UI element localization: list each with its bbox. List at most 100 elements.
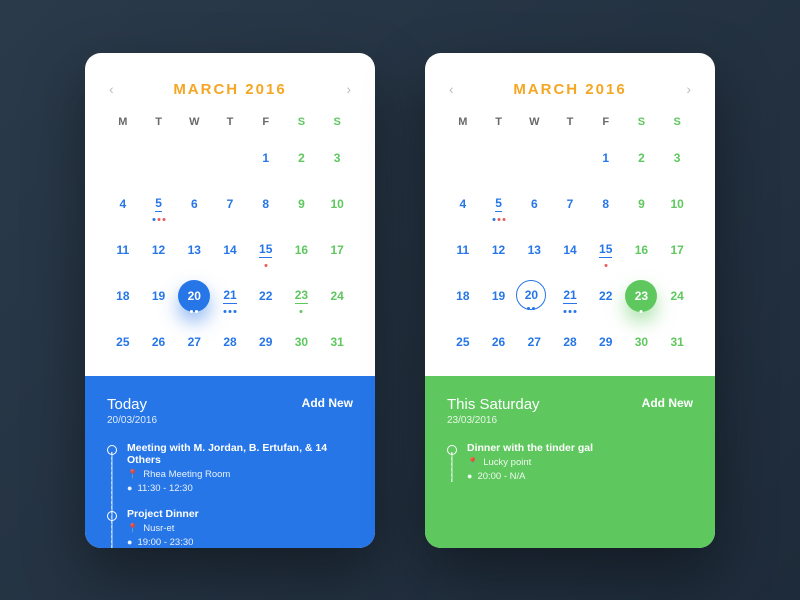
day-cell[interactable]: 24 (659, 280, 695, 312)
day-cell[interactable]: 4 (445, 188, 481, 220)
day-cell[interactable]: 19 (141, 280, 177, 312)
day-cell[interactable]: 30 (284, 326, 320, 358)
day-cell[interactable]: 8 (588, 188, 624, 220)
chevron-right-icon[interactable]: › (346, 81, 351, 97)
day-cell[interactable]: 14 (212, 234, 248, 266)
day-cell[interactable]: 31 (319, 326, 355, 358)
day-cell[interactable]: 10 (659, 188, 695, 220)
day-cell[interactable]: 9 (624, 188, 660, 220)
event-item[interactable]: Project Dinner📍Nusr-et●19:00 - 23:30 (107, 508, 353, 548)
pin-icon: 📍 (127, 523, 138, 534)
day-cell[interactable]: 27 (176, 326, 212, 358)
pin-icon: 📍 (127, 469, 138, 480)
day-cell[interactable]: 31 (659, 326, 695, 358)
event-time: ●20:00 - N/A (467, 471, 693, 482)
day-cell[interactable]: 5 (141, 188, 177, 220)
day-cell[interactable]: 29 (248, 326, 284, 358)
day-cell[interactable]: 13 (176, 234, 212, 266)
event-item[interactable]: Dinner with the tinder gal 📍Lucky point ●2… (447, 442, 693, 482)
chevron-left-icon[interactable]: ‹ (109, 81, 114, 97)
day-cell[interactable]: 13 (516, 234, 552, 266)
events-list: Dinner with the tinder gal 📍Lucky point ●2… (447, 442, 693, 482)
day-cell[interactable]: 3 (659, 142, 695, 174)
day-cell[interactable]: 26 (481, 326, 517, 358)
day-cell[interactable]: 17 (319, 234, 355, 266)
event-location: 📍Rhea Meeting Room (127, 469, 353, 480)
day-cell[interactable]: 19 (481, 280, 517, 312)
day-cell[interactable]: 11 (445, 234, 481, 266)
day-cell[interactable]: 23 (625, 280, 657, 312)
month-label: MARCH 2016 (513, 81, 626, 98)
day-cell[interactable]: 5 (481, 188, 517, 220)
day-cell (212, 142, 248, 174)
day-cell[interactable]: 3 (319, 142, 355, 174)
day-cell[interactable]: 27 (516, 326, 552, 358)
calendar-header: ‹ MARCH 2016 › (425, 53, 715, 116)
event-title: Dinner with the tinder gal (467, 442, 693, 454)
day-cell[interactable]: 17 (659, 234, 695, 266)
chevron-right-icon[interactable]: › (686, 81, 691, 97)
day-cell[interactable]: 4 (105, 188, 141, 220)
day-cell[interactable]: 7 (552, 188, 588, 220)
day-cell[interactable]: 7 (212, 188, 248, 220)
chevron-left-icon[interactable]: ‹ (449, 81, 454, 97)
day-cell[interactable]: 22 (248, 280, 284, 312)
events-list: Meeting with M. Jordan, B. Ertufan, & 14… (107, 442, 353, 548)
day-cell[interactable]: 6 (516, 188, 552, 220)
day-cell[interactable]: 16 (624, 234, 660, 266)
day-cell[interactable]: 26 (141, 326, 177, 358)
day-cell (481, 142, 517, 174)
dow-label: W (176, 116, 212, 128)
day-cell[interactable]: 10 (319, 188, 355, 220)
day-cell[interactable]: 16 (284, 234, 320, 266)
add-new-button[interactable]: Add New (642, 396, 693, 410)
day-cell[interactable]: 6 (176, 188, 212, 220)
day-cell[interactable]: 1 (588, 142, 624, 174)
day-cell[interactable]: 2 (284, 142, 320, 174)
day-cell[interactable]: 21 (552, 280, 588, 312)
day-cell[interactable]: 15 (248, 234, 284, 266)
day-cell[interactable]: 11 (105, 234, 141, 266)
dow-label: S (319, 116, 355, 128)
add-new-button[interactable]: Add New (302, 396, 353, 410)
day-cell[interactable]: 30 (624, 326, 660, 358)
day-cell[interactable]: 28 (552, 326, 588, 358)
day-cell[interactable]: 20 (516, 280, 546, 310)
clock-icon: ● (467, 471, 472, 481)
day-cell[interactable]: 23 (284, 280, 320, 312)
day-cell[interactable]: 24 (319, 280, 355, 312)
day-cell[interactable]: 12 (481, 234, 517, 266)
dow-label: W (516, 116, 552, 128)
day-cell[interactable]: 25 (445, 326, 481, 358)
event-item[interactable]: Meeting with M. Jordan, B. Ertufan, & 14… (107, 442, 353, 494)
dow-label: S (624, 116, 660, 128)
day-cell[interactable]: 15 (588, 234, 624, 266)
day-label: Today (107, 396, 157, 413)
day-cell[interactable]: 1 (248, 142, 284, 174)
event-location: 📍Lucky point (467, 457, 693, 468)
day-cell (105, 142, 141, 174)
day-cell[interactable]: 20 (178, 280, 210, 312)
month-label: MARCH 2016 (173, 81, 286, 98)
calendar-footer: This Saturday 23/03/2016 Add New Dinner … (425, 376, 715, 548)
dow-label: M (105, 116, 141, 128)
day-cell[interactable]: 14 (552, 234, 588, 266)
event-title: Meeting with M. Jordan, B. Ertufan, & 14… (127, 442, 353, 466)
day-cell[interactable]: 12 (141, 234, 177, 266)
day-cell[interactable]: 18 (105, 280, 141, 312)
day-cell (141, 142, 177, 174)
calendar-footer: Today 20/03/2016 Add New Meeting with M.… (85, 376, 375, 548)
day-cell[interactable]: 2 (624, 142, 660, 174)
event-title: Project Dinner (127, 508, 353, 520)
day-cell[interactable]: 9 (284, 188, 320, 220)
day-cell[interactable]: 8 (248, 188, 284, 220)
date-sub: 20/03/2016 (107, 415, 157, 426)
day-cell[interactable]: 25 (105, 326, 141, 358)
day-cell[interactable]: 28 (212, 326, 248, 358)
day-cell[interactable]: 22 (588, 280, 624, 312)
dow-label: S (284, 116, 320, 128)
day-cell[interactable]: 21 (212, 280, 248, 312)
event-time: ●19:00 - 23:30 (127, 537, 353, 548)
day-cell[interactable]: 29 (588, 326, 624, 358)
day-cell[interactable]: 18 (445, 280, 481, 312)
